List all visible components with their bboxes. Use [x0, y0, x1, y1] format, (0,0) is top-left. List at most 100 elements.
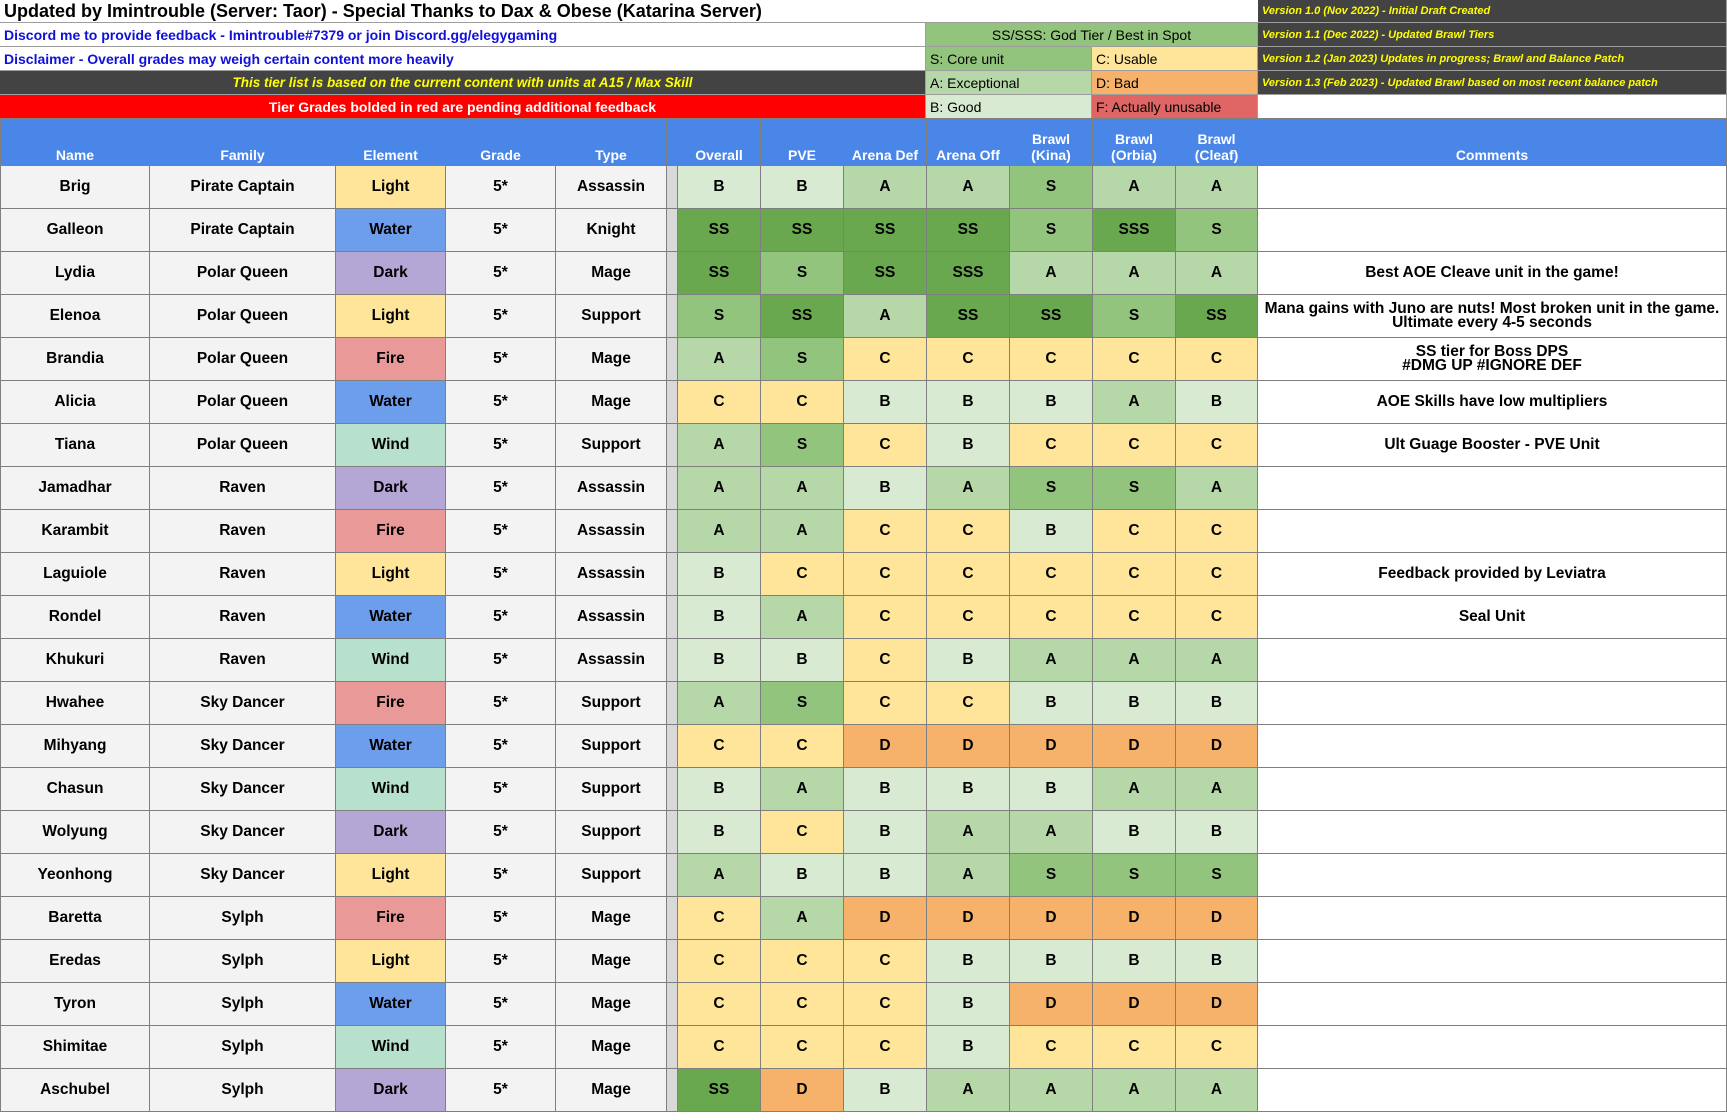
- cell-family[interactable]: Sylph: [149, 1025, 336, 1069]
- cell-tier-arena-def[interactable]: D: [843, 896, 927, 940]
- cell-tier-brawl-kina[interactable]: S: [1009, 208, 1093, 252]
- cell-tier-brawl-orbia[interactable]: C: [1092, 509, 1176, 553]
- cell-family[interactable]: Sky Dancer: [149, 853, 336, 897]
- cell-element[interactable]: Water: [335, 982, 446, 1026]
- cell-tier-arena-def[interactable]: C: [843, 939, 927, 983]
- cell-type[interactable]: Support: [555, 724, 667, 768]
- cell-grade[interactable]: 5*: [445, 208, 556, 252]
- cell-grade[interactable]: 5*: [445, 595, 556, 639]
- cell-grade[interactable]: 5*: [445, 638, 556, 682]
- cell-type[interactable]: Mage: [555, 1068, 667, 1112]
- cell-tier-pve[interactable]: B: [760, 853, 844, 897]
- cell-element[interactable]: Light: [335, 294, 446, 338]
- cell-tier-pve[interactable]: C: [760, 380, 844, 424]
- cell-family[interactable]: Raven: [149, 466, 336, 510]
- cell-tier-brawl-orbia[interactable]: A: [1092, 251, 1176, 295]
- cell-tier-brawl-orbia[interactable]: B: [1092, 810, 1176, 854]
- cell-element[interactable]: Wind: [335, 1025, 446, 1069]
- cell-element[interactable]: Wind: [335, 767, 446, 811]
- cell-tier-pve[interactable]: C: [760, 939, 844, 983]
- cell-tier-arena-off[interactable]: C: [926, 337, 1010, 381]
- cell-name[interactable]: Karambit: [0, 509, 150, 553]
- cell-name[interactable]: Tyron: [0, 982, 150, 1026]
- cell-tier-brawl-kina[interactable]: S: [1009, 165, 1093, 209]
- cell-tier-brawl-orbia[interactable]: D: [1092, 724, 1176, 768]
- cell-tier-overall[interactable]: B: [677, 165, 761, 209]
- cell-name[interactable]: Rondel: [0, 595, 150, 639]
- cell-tier-overall[interactable]: A: [677, 337, 761, 381]
- cell-comment[interactable]: [1257, 1025, 1727, 1069]
- cell-element[interactable]: Light: [335, 939, 446, 983]
- cell-name[interactable]: Aschubel: [0, 1068, 150, 1112]
- cell-type[interactable]: Assassin: [555, 165, 667, 209]
- cell-grade[interactable]: 5*: [445, 1068, 556, 1112]
- cell-tier-brawl-orbia[interactable]: C: [1092, 595, 1176, 639]
- cell-tier-arena-def[interactable]: SS: [843, 208, 927, 252]
- col-header-brawl-kina[interactable]: Brawl (Kina): [1009, 118, 1093, 166]
- cell-family[interactable]: Polar Queen: [149, 380, 336, 424]
- cell-name[interactable]: Yeonhong: [0, 853, 150, 897]
- cell-tier-brawl-kina[interactable]: B: [1009, 681, 1093, 725]
- cell-tier-brawl-cleaf[interactable]: C: [1175, 337, 1258, 381]
- cell-comment[interactable]: [1257, 208, 1727, 252]
- cell-tier-brawl-kina[interactable]: S: [1009, 466, 1093, 510]
- cell-tier-arena-def[interactable]: C: [843, 509, 927, 553]
- cell-tier-brawl-orbia[interactable]: D: [1092, 982, 1176, 1026]
- cell-type[interactable]: Support: [555, 294, 667, 338]
- cell-family[interactable]: Sky Dancer: [149, 681, 336, 725]
- cell-tier-arena-def[interactable]: B: [843, 810, 927, 854]
- cell-tier-brawl-kina[interactable]: C: [1009, 552, 1093, 596]
- cell-tier-brawl-orbia[interactable]: A: [1092, 1068, 1176, 1112]
- feedback-link[interactable]: Discord me to provide feedback - Imintro…: [0, 23, 926, 47]
- cell-tier-overall[interactable]: SS: [677, 251, 761, 295]
- cell-type[interactable]: Support: [555, 767, 667, 811]
- col-header-element[interactable]: Element: [335, 118, 446, 166]
- col-header-comments[interactable]: Comments: [1257, 118, 1727, 166]
- cell-family[interactable]: Sylph: [149, 896, 336, 940]
- cell-tier-overall[interactable]: SS: [677, 1068, 761, 1112]
- cell-comment[interactable]: Seal Unit: [1257, 595, 1727, 639]
- cell-tier-brawl-orbia[interactable]: S: [1092, 294, 1176, 338]
- cell-name[interactable]: Baretta: [0, 896, 150, 940]
- cell-type[interactable]: Assassin: [555, 595, 667, 639]
- cell-tier-brawl-orbia[interactable]: A: [1092, 638, 1176, 682]
- cell-element[interactable]: Dark: [335, 1068, 446, 1112]
- cell-tier-brawl-kina[interactable]: A: [1009, 810, 1093, 854]
- col-header-arena-off[interactable]: Arena Off: [926, 118, 1010, 166]
- cell-family[interactable]: Sky Dancer: [149, 810, 336, 854]
- cell-comment[interactable]: Best AOE Cleave unit in the game!: [1257, 251, 1727, 295]
- cell-tier-arena-off[interactable]: B: [926, 767, 1010, 811]
- cell-tier-arena-def[interactable]: D: [843, 724, 927, 768]
- cell-tier-brawl-kina[interactable]: A: [1009, 638, 1093, 682]
- cell-tier-brawl-orbia[interactable]: C: [1092, 423, 1176, 467]
- cell-grade[interactable]: 5*: [445, 251, 556, 295]
- cell-element[interactable]: Wind: [335, 423, 446, 467]
- cell-comment[interactable]: [1257, 165, 1727, 209]
- cell-tier-arena-def[interactable]: B: [843, 1068, 927, 1112]
- cell-name[interactable]: Chasun: [0, 767, 150, 811]
- col-header-family[interactable]: Family: [149, 118, 336, 166]
- cell-tier-brawl-cleaf[interactable]: B: [1175, 681, 1258, 725]
- cell-grade[interactable]: 5*: [445, 767, 556, 811]
- cell-tier-brawl-kina[interactable]: C: [1009, 337, 1093, 381]
- cell-family[interactable]: Raven: [149, 638, 336, 682]
- cell-tier-brawl-kina[interactable]: A: [1009, 251, 1093, 295]
- cell-tier-brawl-cleaf[interactable]: B: [1175, 810, 1258, 854]
- cell-tier-arena-def[interactable]: SS: [843, 251, 927, 295]
- cell-element[interactable]: Water: [335, 595, 446, 639]
- cell-tier-brawl-kina[interactable]: B: [1009, 767, 1093, 811]
- cell-name[interactable]: Brig: [0, 165, 150, 209]
- cell-tier-brawl-kina[interactable]: D: [1009, 982, 1093, 1026]
- cell-tier-overall[interactable]: A: [677, 423, 761, 467]
- cell-name[interactable]: Brandia: [0, 337, 150, 381]
- cell-tier-brawl-cleaf[interactable]: A: [1175, 466, 1258, 510]
- cell-tier-overall[interactable]: C: [677, 939, 761, 983]
- col-header-brawl-cleaf[interactable]: Brawl (Cleaf): [1175, 118, 1258, 166]
- cell-tier-pve[interactable]: A: [760, 509, 844, 553]
- cell-tier-overall[interactable]: B: [677, 595, 761, 639]
- cell-family[interactable]: Pirate Captain: [149, 208, 336, 252]
- cell-tier-arena-off[interactable]: SS: [926, 208, 1010, 252]
- cell-tier-brawl-orbia[interactable]: C: [1092, 1025, 1176, 1069]
- cell-tier-arena-off[interactable]: SSS: [926, 251, 1010, 295]
- cell-tier-pve[interactable]: B: [760, 165, 844, 209]
